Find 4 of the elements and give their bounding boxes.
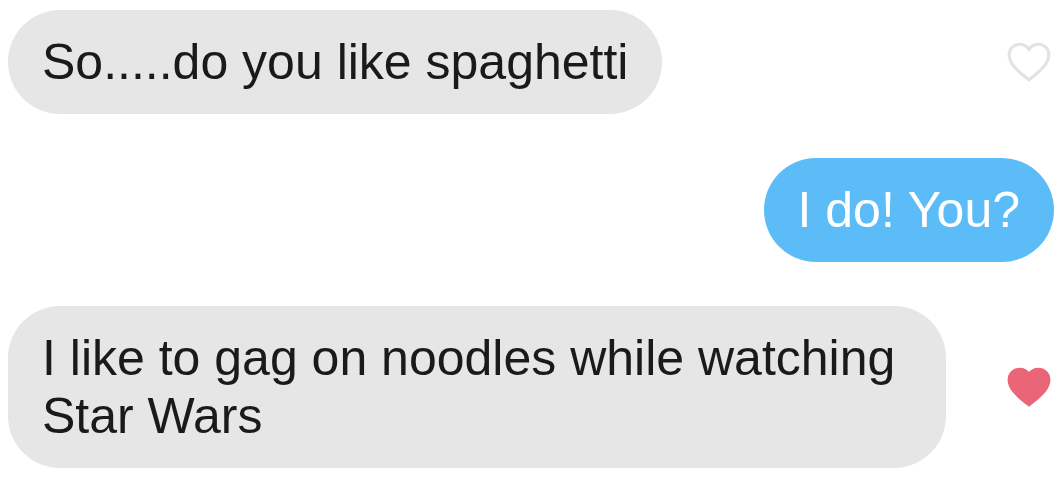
message-bubble: I do! You? xyxy=(763,158,1054,262)
message-bubble: So.....do you like spaghetti xyxy=(8,10,663,114)
message-bubble: I like to gag on noodles while watching Star Wars xyxy=(8,306,946,468)
heart-icon[interactable] xyxy=(1006,366,1052,408)
